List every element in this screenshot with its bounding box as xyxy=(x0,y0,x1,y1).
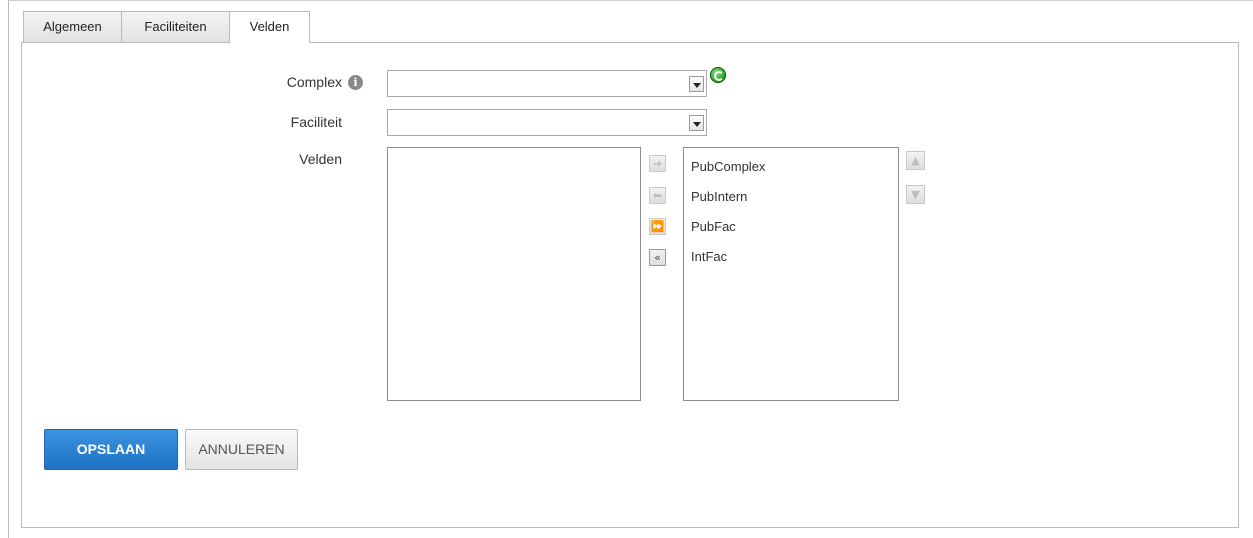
velden-label: Velden xyxy=(299,151,342,167)
refresh-icon[interactable] xyxy=(710,67,726,83)
arrow-right-icon[interactable]: ➜ xyxy=(649,155,666,172)
faciliteit-label: Faciliteit xyxy=(290,114,342,130)
double-arrow-left-icon[interactable]: « xyxy=(649,249,666,266)
complex-select[interactable] xyxy=(387,70,707,97)
move-up-icon[interactable]: ▲ xyxy=(906,151,925,170)
window-border-left xyxy=(8,0,9,538)
window-border-top xyxy=(8,0,1253,1)
list-item[interactable]: PubComplex xyxy=(691,157,765,177)
save-button[interactable]: OPSLAAN xyxy=(44,429,178,470)
list-item[interactable]: PubFac xyxy=(691,217,736,237)
move-down-icon[interactable]: ▼ xyxy=(906,185,925,204)
chevron-down-icon[interactable] xyxy=(689,76,704,92)
double-arrow-right-icon[interactable]: ⏩ xyxy=(649,218,666,235)
faciliteit-select[interactable] xyxy=(387,109,707,136)
chevron-down-icon[interactable] xyxy=(689,115,704,131)
list-item[interactable]: PubIntern xyxy=(691,187,747,207)
info-icon[interactable]: i xyxy=(348,75,363,90)
arrow-left-icon[interactable]: ⬅ xyxy=(649,187,666,204)
tab-velden[interactable]: Velden xyxy=(229,11,310,43)
tab-faciliteiten[interactable]: Faciliteiten xyxy=(121,11,230,42)
cancel-button[interactable]: ANNULEREN xyxy=(185,429,298,470)
selected-fields-list[interactable]: PubComplex PubIntern PubFac IntFac xyxy=(683,147,899,401)
available-fields-list[interactable] xyxy=(387,147,641,401)
list-item[interactable]: IntFac xyxy=(691,247,727,267)
tab-algemeen[interactable]: Algemeen xyxy=(23,11,122,42)
complex-label: Complex xyxy=(286,74,342,90)
